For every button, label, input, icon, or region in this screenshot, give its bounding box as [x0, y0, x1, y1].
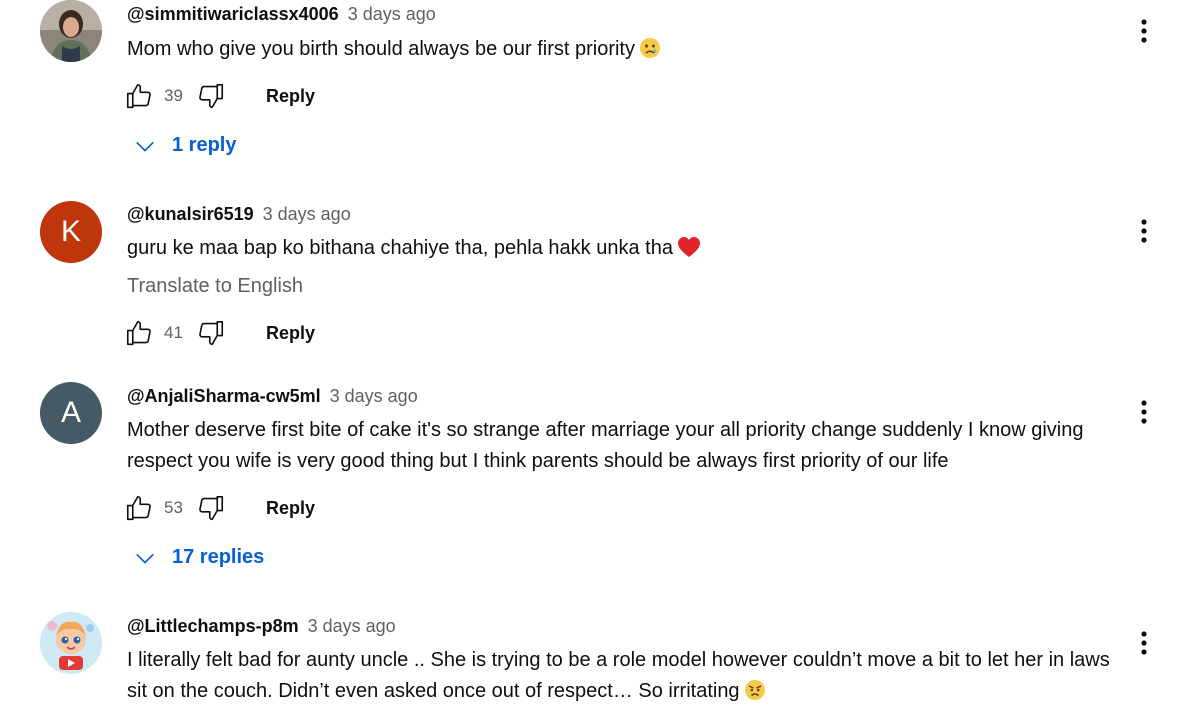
like-button[interactable] [124, 81, 154, 111]
comment-actions: 41 Reply [124, 318, 315, 348]
thumbs-up-icon [126, 83, 151, 109]
more-actions-button[interactable] [1131, 16, 1157, 46]
avatar-letter: A [60, 396, 81, 429]
thumbs-down-icon [199, 495, 224, 521]
more-vert-icon [1141, 400, 1147, 424]
translate-button[interactable]: Translate to English [127, 275, 303, 298]
thumbs-up-icon [126, 495, 151, 521]
reply-button[interactable]: Reply [266, 86, 315, 107]
more-actions-button[interactable] [1131, 216, 1157, 246]
like-button[interactable] [124, 493, 154, 523]
avatar-letter: K [60, 215, 81, 248]
more-vert-icon [1141, 631, 1147, 655]
comment-header: @AnjaliSharma-cw5ml 3 days ago [127, 386, 418, 407]
more-actions-button[interactable] [1131, 397, 1157, 427]
comment-timestamp[interactable]: 3 days ago [348, 4, 436, 24]
dislike-button[interactable] [196, 81, 226, 111]
avatar[interactable]: A [40, 382, 102, 444]
comment-header: @Littlechamps-p8m 3 days ago [127, 616, 396, 637]
comment-header: @simmitiwariclassx4006 3 days ago [127, 4, 436, 25]
reply-button[interactable]: Reply [266, 323, 315, 344]
avatar[interactable] [40, 612, 102, 674]
more-actions-button[interactable] [1131, 628, 1157, 658]
comment-text-content: Mom who give you birth should always be … [127, 38, 635, 60]
comment-timestamp[interactable]: 3 days ago [330, 386, 418, 406]
view-replies-button[interactable]: 1 reply [134, 134, 236, 157]
author-name[interactable]: @kunalsir6519 [127, 204, 254, 224]
comment-timestamp[interactable]: 3 days ago [263, 204, 351, 224]
avatar[interactable] [40, 0, 102, 62]
comment-text-content: I literally felt bad for aunty uncle .. … [127, 649, 1110, 702]
crying-face-icon [639, 37, 661, 69]
view-replies-label: 17 replies [172, 546, 265, 568]
dislike-button[interactable] [196, 493, 226, 523]
angry-face-icon [744, 679, 766, 708]
comment-timestamp[interactable]: 3 days ago [308, 616, 396, 636]
thumbs-up-icon [126, 320, 151, 346]
author-name[interactable]: @AnjaliSharma-cw5ml [127, 386, 321, 406]
comment-text: Mom who give you birth should always be … [127, 34, 1117, 69]
view-replies-button[interactable]: 17 replies [134, 546, 264, 569]
view-replies-label: 1 reply [172, 134, 237, 156]
like-count: 41 [164, 323, 183, 342]
comment-actions: 53 Reply [124, 493, 315, 523]
chevron-down-icon [136, 553, 154, 564]
author-name[interactable]: @Littlechamps-p8m [127, 616, 299, 636]
author-name[interactable]: @simmitiwariclassx4006 [127, 4, 339, 24]
comment-text: I literally felt bad for aunty uncle .. … [127, 645, 1117, 708]
thumbs-down-icon [199, 83, 224, 109]
like-count: 39 [164, 86, 183, 105]
more-vert-icon [1141, 19, 1147, 43]
more-vert-icon [1141, 219, 1147, 243]
chevron-down-icon [136, 141, 154, 152]
like-button[interactable] [124, 318, 154, 348]
dislike-button[interactable] [196, 318, 226, 348]
comment-text: guru ke maa bap ko bithana chahiye tha, … [127, 233, 1117, 268]
red-heart-icon [677, 236, 701, 268]
comment-text-content: guru ke maa bap ko bithana chahiye tha, … [127, 237, 673, 259]
reply-button[interactable]: Reply [266, 498, 315, 519]
avatar[interactable]: K [40, 201, 102, 263]
thumbs-down-icon [199, 320, 224, 346]
comment-actions: 39 Reply [124, 81, 315, 111]
like-count: 53 [164, 498, 183, 517]
comment-header: @kunalsir6519 3 days ago [127, 204, 351, 225]
comment-text: Mother deserve first bite of cake it's s… [127, 419, 1084, 472]
